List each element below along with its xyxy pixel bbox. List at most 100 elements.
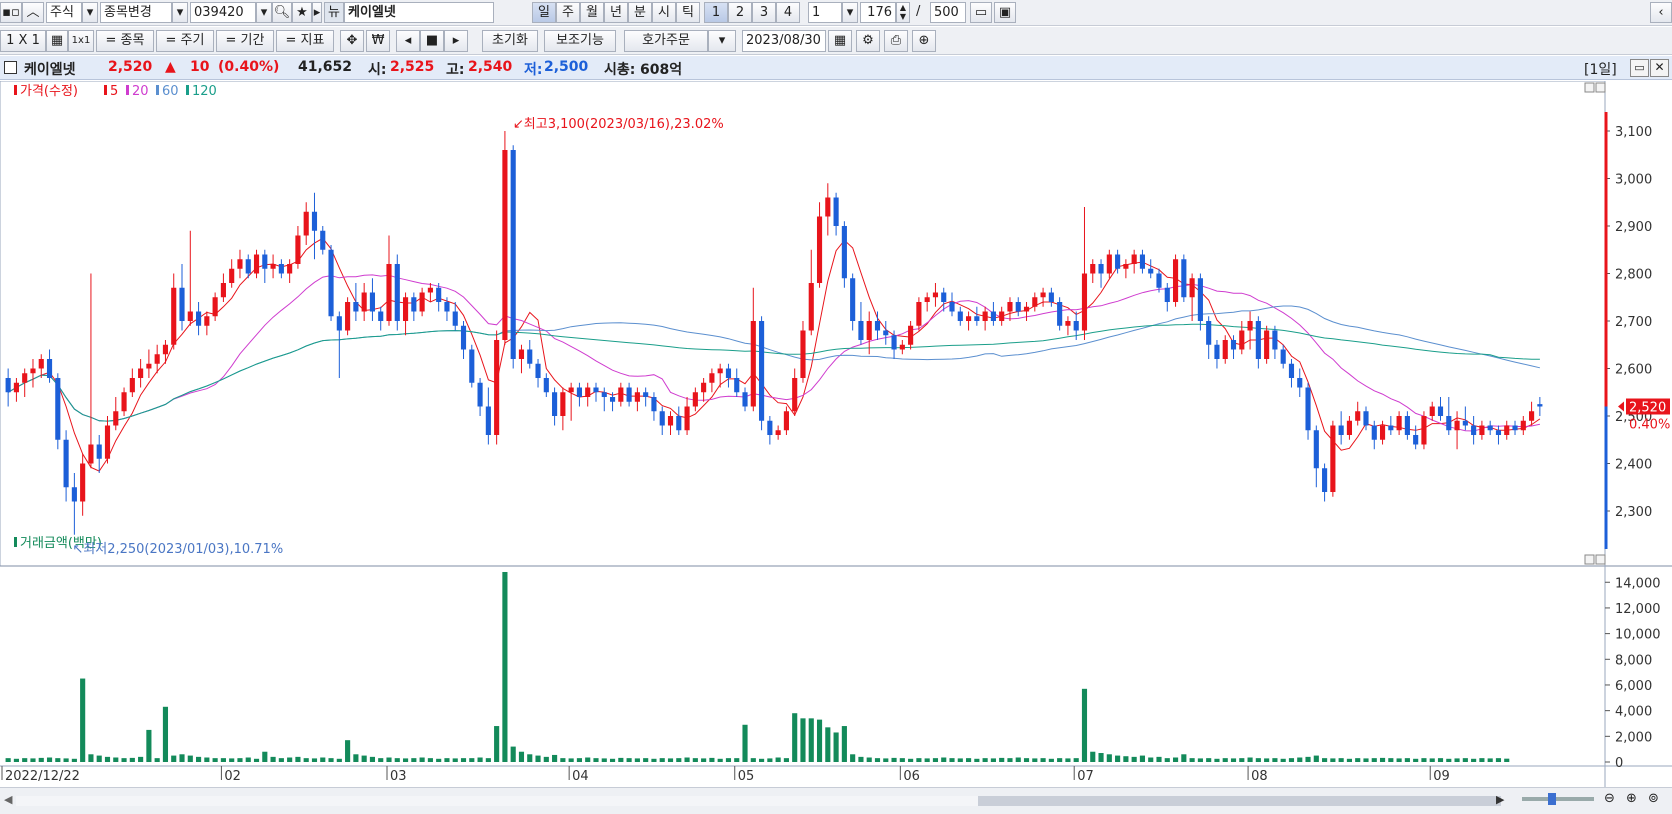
scroll-track[interactable] bbox=[16, 796, 1501, 806]
next-button[interactable]: ▸ bbox=[444, 30, 468, 52]
change-item-select[interactable]: 종목변경 bbox=[100, 2, 172, 23]
news-button[interactable]: 뉴 bbox=[324, 2, 344, 23]
volume-bar bbox=[825, 727, 831, 762]
next-arrow-button[interactable]: ▸ bbox=[312, 2, 322, 23]
move-button[interactable]: ✥ bbox=[340, 30, 364, 52]
period-tab-4[interactable]: 분 bbox=[628, 2, 652, 23]
volume-bar bbox=[1189, 758, 1195, 762]
select-checkbox[interactable] bbox=[4, 61, 17, 74]
volume-bar bbox=[1197, 758, 1203, 762]
period-tab-0[interactable]: 일 bbox=[532, 2, 556, 23]
info-cap: 608억 bbox=[640, 62, 683, 78]
stock-code-input[interactable]: 039420 bbox=[190, 2, 256, 23]
layout-1x1-button[interactable]: 1 X 1 bbox=[0, 30, 46, 52]
add-window-button[interactable]: ▭ bbox=[970, 2, 992, 23]
print-button[interactable]: ⎙ bbox=[884, 30, 908, 52]
candle-body bbox=[742, 392, 748, 407]
prev-button[interactable]: ◂ bbox=[396, 30, 420, 52]
volume-bar bbox=[402, 758, 409, 762]
aux-function-button[interactable]: 보조기능 bbox=[544, 30, 616, 52]
1x1-small-button[interactable]: 1x1 bbox=[68, 30, 94, 52]
interval-number-4[interactable]: 4 bbox=[776, 2, 800, 23]
volume-bar bbox=[527, 754, 533, 762]
market-dropdown-button[interactable]: ▾ bbox=[82, 2, 98, 23]
period-tab-5[interactable]: 시 bbox=[652, 2, 676, 23]
zoom-fit-button[interactable]: ⊚ bbox=[1648, 791, 1659, 806]
stock-name-field[interactable]: 케이엘넷 bbox=[344, 2, 494, 23]
collapse-button[interactable]: ︿ bbox=[22, 2, 44, 23]
candle-body bbox=[138, 368, 144, 378]
candle-body bbox=[1396, 416, 1402, 431]
market-select[interactable]: 주식 bbox=[46, 2, 82, 23]
period-tab-6[interactable]: 틱 bbox=[676, 2, 700, 23]
favorite-button[interactable]: ★ bbox=[292, 2, 312, 23]
n-value-input[interactable]: 1 bbox=[808, 2, 842, 23]
stop-button[interactable]: ■ bbox=[420, 30, 444, 52]
candle-body bbox=[121, 392, 127, 412]
volume-bar bbox=[1073, 758, 1079, 762]
zoom-slider[interactable] bbox=[1522, 793, 1594, 805]
volume-tick-label: 14,000 bbox=[1615, 576, 1661, 591]
n-value-dropdown-button[interactable]: ▾ bbox=[842, 2, 858, 23]
won-button[interactable]: ₩ bbox=[366, 30, 390, 52]
order-dropdown-button[interactable]: ▾ bbox=[708, 30, 736, 52]
date-tick-label: 05 bbox=[738, 769, 755, 784]
date-tick-label: 02 bbox=[224, 769, 241, 784]
total-count-field[interactable]: 500 bbox=[930, 2, 966, 23]
candles bbox=[5, 131, 1543, 535]
volume-bar bbox=[1280, 758, 1286, 762]
candle-body bbox=[759, 321, 765, 421]
volume-bar bbox=[1123, 756, 1129, 762]
volume-bar bbox=[1131, 756, 1137, 762]
volume-bar bbox=[1446, 758, 1452, 762]
item-button[interactable]: = 종목 bbox=[96, 30, 154, 52]
period-tab-3[interactable]: 년 bbox=[604, 2, 628, 23]
candle-body bbox=[1520, 420, 1526, 431]
save-button[interactable]: ▣ bbox=[994, 2, 1016, 23]
grid-button[interactable]: ▦ bbox=[46, 30, 68, 52]
zoom-in-button[interactable]: ⊕ bbox=[1626, 791, 1637, 806]
candle-body bbox=[311, 211, 318, 231]
volume-bar bbox=[833, 732, 839, 762]
low-annotation: ↖최저2,250(2023/01/03),10.71% bbox=[72, 542, 283, 557]
date-input[interactable]: 2023/08/30 bbox=[742, 30, 826, 52]
period-tab-2[interactable]: 월 bbox=[580, 2, 604, 23]
volume-bar bbox=[1098, 753, 1104, 762]
interval-number-2[interactable]: 2 bbox=[728, 2, 752, 23]
search-button[interactable]: 🔍︎ bbox=[272, 2, 292, 23]
close-button[interactable]: ✕ bbox=[1650, 59, 1669, 77]
zoom-slider-handle[interactable] bbox=[1548, 793, 1556, 805]
stock-code-dropdown-button[interactable]: ▾ bbox=[256, 2, 272, 23]
count-input[interactable]: 176 bbox=[860, 2, 896, 23]
period-button[interactable]: = 주기 bbox=[156, 30, 214, 52]
candle-body bbox=[775, 430, 781, 435]
scroll-right-arrow[interactable]: ▶ bbox=[1496, 793, 1504, 806]
maximize-button[interactable]: ▭ bbox=[1630, 59, 1649, 77]
calendar-button[interactable]: ▦ bbox=[828, 30, 852, 52]
reset-button[interactable]: 초기화 bbox=[482, 30, 538, 52]
volume-bar bbox=[1454, 758, 1460, 762]
volume-bar bbox=[22, 758, 28, 762]
indicator-button[interactable]: = 지표 bbox=[276, 30, 334, 52]
zoom-out-icon: ⊖ bbox=[1604, 791, 1615, 806]
layout-toggle-button[interactable]: ▪▫ bbox=[0, 2, 22, 23]
candle-body bbox=[767, 420, 773, 435]
zoom-out-button[interactable]: ⊖ bbox=[1604, 791, 1615, 806]
interval-number-3[interactable]: 3 bbox=[752, 2, 776, 23]
order-select[interactable]: 호가주문 bbox=[624, 30, 708, 52]
scroll-thumb[interactable] bbox=[978, 796, 1501, 806]
interval-number-1[interactable]: 1 bbox=[704, 2, 728, 23]
settings-button[interactable]: ⚙ bbox=[856, 30, 880, 52]
period-tab-1[interactable]: 주 bbox=[556, 2, 580, 23]
volume-bar bbox=[1355, 758, 1361, 762]
volume-bar bbox=[618, 757, 624, 762]
count-spinner[interactable]: ▲ ▼ bbox=[896, 2, 910, 23]
change-item-dropdown-button[interactable]: ▾ bbox=[172, 2, 188, 23]
range-button[interactable]: = 기간 bbox=[216, 30, 274, 52]
candle-body bbox=[1479, 425, 1485, 435]
zoom-window-button[interactable]: ⊕ bbox=[912, 30, 936, 52]
volume-bar bbox=[1230, 758, 1237, 762]
scroll-left-button[interactable]: ‹ bbox=[1650, 2, 1672, 23]
scroll-left-arrow[interactable]: ◀ bbox=[4, 793, 12, 806]
volume-bar bbox=[759, 758, 765, 762]
